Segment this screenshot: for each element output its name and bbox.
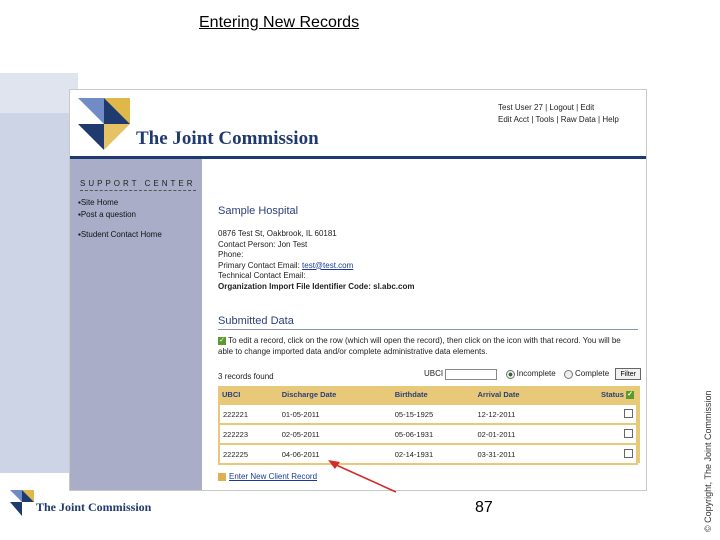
submitted-data-heading: Submitted Data <box>218 315 294 327</box>
table-row[interactable]: 222223 02-05-2011 05-06-1931 02-01-2011 <box>219 424 637 445</box>
sidebar-item-site-home[interactable]: Site Home <box>78 197 162 209</box>
filter-bar: UBCI Incomplete Complete Filter <box>424 368 642 380</box>
cell-discharge-date: 01-05-2011 <box>278 404 392 425</box>
user-links-line2[interactable]: Edit Acct | Tools | Raw Data | Help <box>498 114 619 126</box>
edit-check-icon: ✓ <box>218 336 226 345</box>
status-checkbox[interactable] <box>624 448 633 458</box>
cell-birthdate: 02-14-1931 <box>391 444 475 465</box>
ubci-label: UBCI <box>424 369 444 379</box>
sidebar: SUPPORT CENTER Site Home Post a question… <box>70 159 202 490</box>
contact-person: Contact Person: Jon Test <box>218 239 308 249</box>
hospital-address: 0876 Test St, Oakbrook, IL 60181 <box>218 229 337 238</box>
enter-new-record-label: Enter New Client Record <box>229 472 318 481</box>
cell-discharge-date: 02-05-2011 <box>278 424 392 445</box>
tech-email-label: Technical Contact Email: <box>218 271 306 280</box>
col-status[interactable]: Status ✓ <box>564 386 637 405</box>
primary-email-row: Primary Contact Email: test@test.com <box>218 261 414 272</box>
table-row[interactable]: 222225 04-06-2011 02-14-1931 03-31-2011 <box>219 444 637 465</box>
cell-arrival-date: 03-31-2011 <box>474 444 565 465</box>
sidebar-item-post-question[interactable]: Post a question <box>78 209 162 221</box>
sidebar-item-student-contact-home[interactable]: Student Contact Home <box>78 229 162 241</box>
user-links-line1[interactable]: Test User 27 | Logout | Edit <box>498 102 619 114</box>
user-links[interactable]: Test User 27 | Logout | Edit Edit Acct |… <box>498 102 619 126</box>
pointer-arrow-icon <box>328 460 397 493</box>
cell-status <box>564 424 637 445</box>
col-birthdate[interactable]: Birthdate <box>391 386 475 405</box>
section-divider <box>218 329 638 330</box>
cell-ubci: 222225 <box>219 444 279 465</box>
col-discharge-date[interactable]: Discharge Date <box>278 386 392 405</box>
primary-email-link[interactable]: test@test.com <box>302 261 353 270</box>
col-arrival-date[interactable]: Arrival Date <box>474 386 565 405</box>
col-ubci[interactable]: UBCI <box>219 386 279 405</box>
cell-ubci: 222223 <box>219 424 279 445</box>
sidebar-list: Site Home Post a question Student Contac… <box>78 197 162 241</box>
complete-label: Complete <box>574 369 610 379</box>
brand-name: The Joint Commission <box>136 128 319 149</box>
page-number: 87 <box>475 499 493 516</box>
col-status-label: Status <box>600 390 624 399</box>
hospital-name: Sample Hospital <box>218 205 299 217</box>
table-row[interactable]: 222221 01-05-2011 05-15-1925 12-12-2011 <box>219 404 637 425</box>
records-found: 3 records found <box>218 372 274 381</box>
cell-status <box>564 404 637 425</box>
status-checkbox[interactable] <box>624 408 633 418</box>
slide-title: Entering New Records <box>199 14 360 31</box>
footer-brand: The Joint Commission <box>36 500 152 514</box>
incomplete-radio[interactable] <box>505 369 515 379</box>
copyright-notice: © Copyright, The Joint Commission <box>703 390 713 532</box>
incomplete-label: Incomplete <box>516 369 556 379</box>
cell-status <box>564 444 637 465</box>
hospital-details: 0876 Test St, Oakbrook, IL 60181 Contact… <box>218 229 414 292</box>
status-checkbox[interactable] <box>624 428 633 438</box>
filter-button[interactable]: Filter <box>615 368 642 380</box>
table-header-row: UBCI Discharge Date Birthdate Arrival Da… <box>219 386 637 405</box>
edit-instructions: ✓ To edit a record, click on the row (wh… <box>218 335 638 357</box>
cell-arrival-date: 12-12-2011 <box>474 404 565 425</box>
decorative-band-lower <box>0 113 78 473</box>
ubci-filter-input[interactable] <box>445 368 498 380</box>
status-check-icon: ✓ <box>626 391 634 400</box>
joint-commission-logo-icon <box>78 98 130 150</box>
complete-radio[interactable] <box>563 369 573 379</box>
new-record-icon <box>218 472 226 481</box>
enter-new-record-link[interactable]: Enter New Client Record <box>218 472 317 481</box>
org-code: Organization Import File Identifier Code… <box>218 281 415 291</box>
records-table: UBCI Discharge Date Birthdate Arrival Da… <box>218 386 638 465</box>
phone-label: Phone: <box>218 250 244 259</box>
cell-ubci: 222221 <box>219 404 279 425</box>
sidebar-heading: SUPPORT CENTER <box>80 179 196 191</box>
cell-arrival-date: 02-01-2011 <box>474 424 565 445</box>
cell-birthdate: 05-06-1931 <box>391 424 475 445</box>
primary-email-label: Primary Contact Email: <box>218 260 300 270</box>
cell-birthdate: 05-15-1925 <box>391 404 475 425</box>
instructions-text: To edit a record, click on the row (whic… <box>218 336 621 356</box>
